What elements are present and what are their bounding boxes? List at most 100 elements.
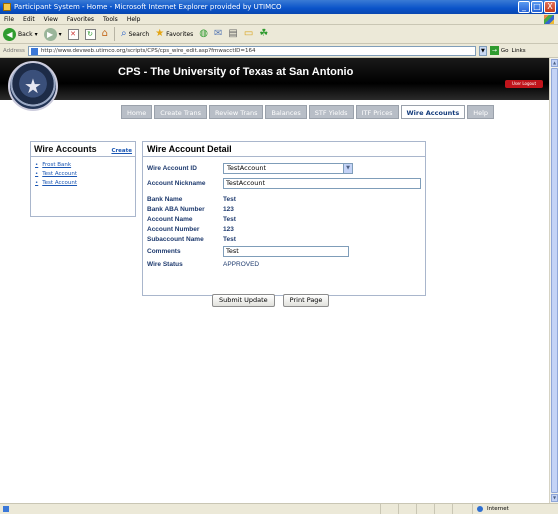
star-icon: ★ [155,28,165,39]
print-page-button[interactable]: Print Page [282,294,330,307]
menu-bar: File Edit View Favorites Tools Help [0,14,558,25]
status-cell [452,504,470,514]
window-title-bar: Participant System - Home - Microsoft In… [0,0,558,14]
nickname-input[interactable]: TestAccount [223,178,421,189]
address-label: Address [3,47,25,54]
bullet-icon: • [35,162,39,168]
go-button[interactable]: → Go [489,46,509,55]
tab-stf-yields[interactable]: STF Yields [308,105,354,119]
wire-account-id-select[interactable]: TestAccount ▼ [223,163,353,174]
tab-review-trans[interactable]: Review Trans [209,105,264,119]
search-button[interactable]: ⌕ Search [121,28,149,40]
tab-itf-prices[interactable]: ITF Prices [355,105,399,119]
url-field[interactable]: http://www.devweb.utimco.org/scripts/CPS… [27,45,476,56]
menu-file[interactable]: File [4,14,14,24]
status-cell [434,504,452,514]
subaccount-label: Subaccount Name [147,235,204,243]
scroll-thumb[interactable] [551,68,558,493]
submit-update-button[interactable]: Submit Update [212,294,275,307]
vertical-scrollbar[interactable]: ▲ ▼ [549,58,558,503]
favorites-label: Favorites [166,30,194,38]
wire-accounts-heading: Wire Accounts [34,144,97,154]
account-name-label: Account Name [147,215,193,223]
list-item[interactable]: • Test Account [35,179,135,188]
nav-tabs: Home Create Trans Review Trans Balances … [121,105,495,119]
wire-account-id-value: TestAccount [227,164,267,172]
stop-icon[interactable]: ✕ [67,28,79,40]
tab-balances[interactable]: Balances [265,105,307,119]
search-icon: ⌕ [120,28,127,39]
wire-account-id-label: Wire Account ID [147,165,197,172]
toolbar-separator [113,27,115,41]
windows-flag-icon [544,15,554,24]
site-title: CPS - The University of Texas at San Ant… [118,66,354,78]
go-label: Go [500,47,509,54]
status-cell [416,504,434,514]
history-icon[interactable]: ◍ [199,28,208,40]
mail-icon[interactable]: ✉ [214,28,222,40]
scroll-up-icon[interactable]: ▲ [551,59,558,67]
menu-tools[interactable]: Tools [103,14,118,24]
utimco-seal-logo: ★ [8,61,58,111]
header-background [0,58,549,100]
status-cell [398,504,416,514]
account-link[interactable]: Frost Bank [42,161,71,170]
tab-wire-accounts[interactable]: Wire Accounts [400,105,466,119]
go-arrow-icon: → [489,46,499,55]
chevron-down-icon: ▾ [58,30,62,38]
security-zone: Internet [472,504,556,514]
forward-button[interactable]: ▶ ▾ [43,27,62,41]
comments-input[interactable]: Test [223,246,349,257]
window-title: Participant System - Home - Microsoft In… [14,3,282,11]
page-viewport: ★ CPS - The University of Texas at San A… [0,58,549,503]
wire-status-label: Wire Status [147,260,183,268]
subaccount-value: Test [223,235,236,243]
account-link[interactable]: Test Account [42,179,77,188]
favorites-button[interactable]: ★ Favorites [155,28,193,40]
url-text: http://www.devweb.utimco.org/scripts/CPS… [40,47,256,54]
bullet-icon: • [35,180,39,186]
wire-account-detail-panel: Wire Account Detail Wire Account ID Test… [142,141,426,296]
page-icon [30,47,38,55]
scroll-down-icon[interactable]: ▼ [551,494,558,502]
refresh-icon[interactable]: ↻ [84,28,96,40]
close-button[interactable]: X [544,1,556,13]
print-icon[interactable]: ▤ [228,28,237,40]
list-item[interactable]: • Test Account [35,170,135,179]
account-link[interactable]: Test Account [42,170,77,179]
back-button[interactable]: ◀ Back ▾ [3,27,38,41]
links-label[interactable]: Links [512,48,526,54]
logout-button[interactable]: User Logout [505,80,543,88]
forward-arrow-icon: ▶ [43,27,57,41]
status-cell [380,504,398,514]
comments-label: Comments [147,248,181,255]
list-item[interactable]: • Frost Bank [35,161,135,170]
minimize-button[interactable]: _ [518,1,530,13]
search-label: Search [128,30,150,38]
nickname-label: Account Nickname [147,180,206,187]
address-bar: Address http://www.devweb.utimco.org/scr… [0,44,558,58]
create-link[interactable]: Create [111,148,132,154]
chevron-down-icon[interactable]: ▼ [478,45,487,56]
home-icon[interactable]: ⌂ [102,28,108,40]
edit-icon[interactable]: ▭ [244,28,253,40]
tab-create-trans[interactable]: Create Trans [154,105,208,119]
menu-help[interactable]: Help [127,14,141,24]
ie-icon [3,3,11,11]
bank-name-value: Test [223,195,236,203]
maximize-button[interactable]: □ [531,1,543,13]
menu-edit[interactable]: Edit [23,14,35,24]
bank-name-label: Bank Name [147,195,183,203]
menu-view[interactable]: View [44,14,58,24]
wire-accounts-list: • Frost Bank • Test Account • Test Account [31,157,135,188]
tab-home[interactable]: Home [121,105,153,119]
status-bar: Internet [0,503,558,514]
menu-favorites[interactable]: Favorites [67,14,94,24]
detail-heading: Wire Account Detail [143,142,425,157]
messenger-icon[interactable]: ☘ [259,28,268,40]
star-icon: ★ [24,74,42,98]
tab-help[interactable]: Help [467,105,495,119]
zone-label: Internet [487,506,509,512]
form-buttons: Submit Update Print Page [212,294,330,307]
back-label: Back [18,30,33,38]
